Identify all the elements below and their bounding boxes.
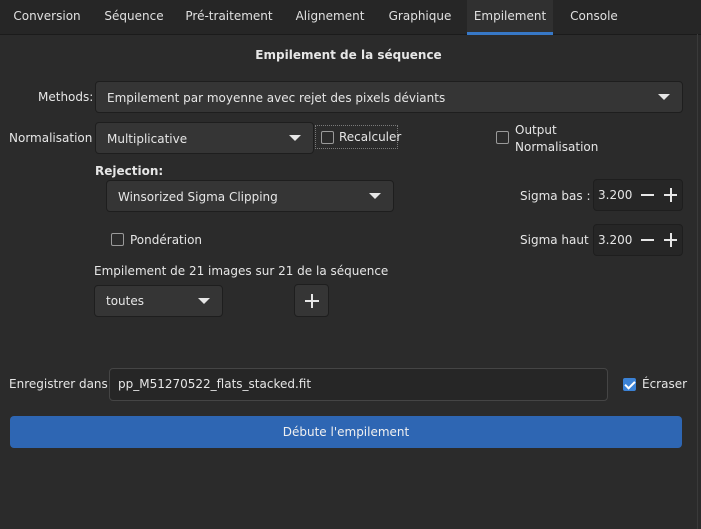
ponderation-label: Pondération <box>130 233 203 247</box>
tab-sequence[interactable]: Séquence <box>96 0 172 34</box>
normalisation-value: Multiplicative <box>107 132 188 146</box>
methods-value: Empilement par moyenne avec rejet des pi… <box>107 91 446 105</box>
tab-conversion[interactable]: Conversion <box>4 0 90 34</box>
normalisation-dropdown[interactable]: Multiplicative <box>95 122 314 154</box>
chevron-down-icon <box>658 94 670 100</box>
add-filter-button[interactable] <box>294 284 329 317</box>
filter-value: toutes <box>106 294 144 308</box>
tab-alignement[interactable]: Alignement <box>286 0 374 34</box>
ecraser-checkbox[interactable] <box>623 378 636 391</box>
rejection-value: Winsorized Sigma Clipping <box>118 190 278 204</box>
recalculer-checkbox-row[interactable]: Recalculer <box>315 125 402 149</box>
minus-icon[interactable] <box>637 225 657 255</box>
methods-label: Methods: <box>38 90 94 104</box>
save-filename-input[interactable]: pp_M51270522_flats_stacked.fit <box>109 368 608 401</box>
tab-console[interactable]: Console <box>560 0 628 34</box>
methods-dropdown[interactable]: Empilement par moyenne avec rejet des pi… <box>95 81 683 113</box>
sigma-bas-spinbox[interactable]: 3.200 <box>593 179 683 211</box>
recalculer-label: Recalculer <box>339 130 402 144</box>
normalisation-label: Normalisation : <box>9 131 101 145</box>
save-filename-value: pp_M51270522_flats_stacked.fit <box>118 377 312 391</box>
output-normalisation-label-2: Normalisation <box>515 140 599 154</box>
tab-bar: Conversion Séquence Pré-traitement Align… <box>0 0 701 35</box>
plus-icon[interactable] <box>660 180 680 210</box>
tab-pretraitement[interactable]: Pré-traitement <box>178 0 280 34</box>
ecraser-label: Écraser <box>642 377 688 391</box>
save-label: Enregistrer dans : <box>9 377 116 391</box>
rejection-label: Rejection: <box>95 164 164 178</box>
rejection-dropdown[interactable]: Winsorized Sigma Clipping <box>106 180 394 212</box>
sigma-haut-value[interactable]: 3.200 <box>598 225 632 255</box>
panel-edge <box>697 34 698 529</box>
filter-dropdown[interactable]: toutes <box>94 285 223 317</box>
chevron-down-icon <box>198 298 210 304</box>
ponderation-checkbox[interactable] <box>111 233 124 246</box>
sigma-bas-value[interactable]: 3.200 <box>598 180 632 210</box>
sigma-haut-spinbox[interactable]: 3.200 <box>593 224 683 256</box>
plus-icon-vertical <box>311 294 313 308</box>
recalculer-checkbox[interactable] <box>321 131 334 144</box>
sigma-bas-label: Sigma bas : <box>520 189 591 203</box>
minus-icon[interactable] <box>637 180 657 210</box>
section-title: Empilement de la séquence <box>255 48 442 62</box>
images-info: Empilement de 21 images sur 21 de la séq… <box>94 264 389 278</box>
chevron-down-icon <box>369 193 381 199</box>
tab-graphique[interactable]: Graphique <box>380 0 460 34</box>
output-normalisation-label-1: Output <box>515 123 557 137</box>
output-normalisation-checkbox[interactable] <box>496 131 509 144</box>
plus-icon[interactable] <box>660 225 680 255</box>
tab-empilement[interactable]: Empilement <box>467 0 553 35</box>
sigma-haut-label: Sigma haut : <box>520 233 597 247</box>
chevron-down-icon <box>289 135 301 141</box>
start-stacking-button[interactable]: Débute l'empilement <box>10 416 682 448</box>
